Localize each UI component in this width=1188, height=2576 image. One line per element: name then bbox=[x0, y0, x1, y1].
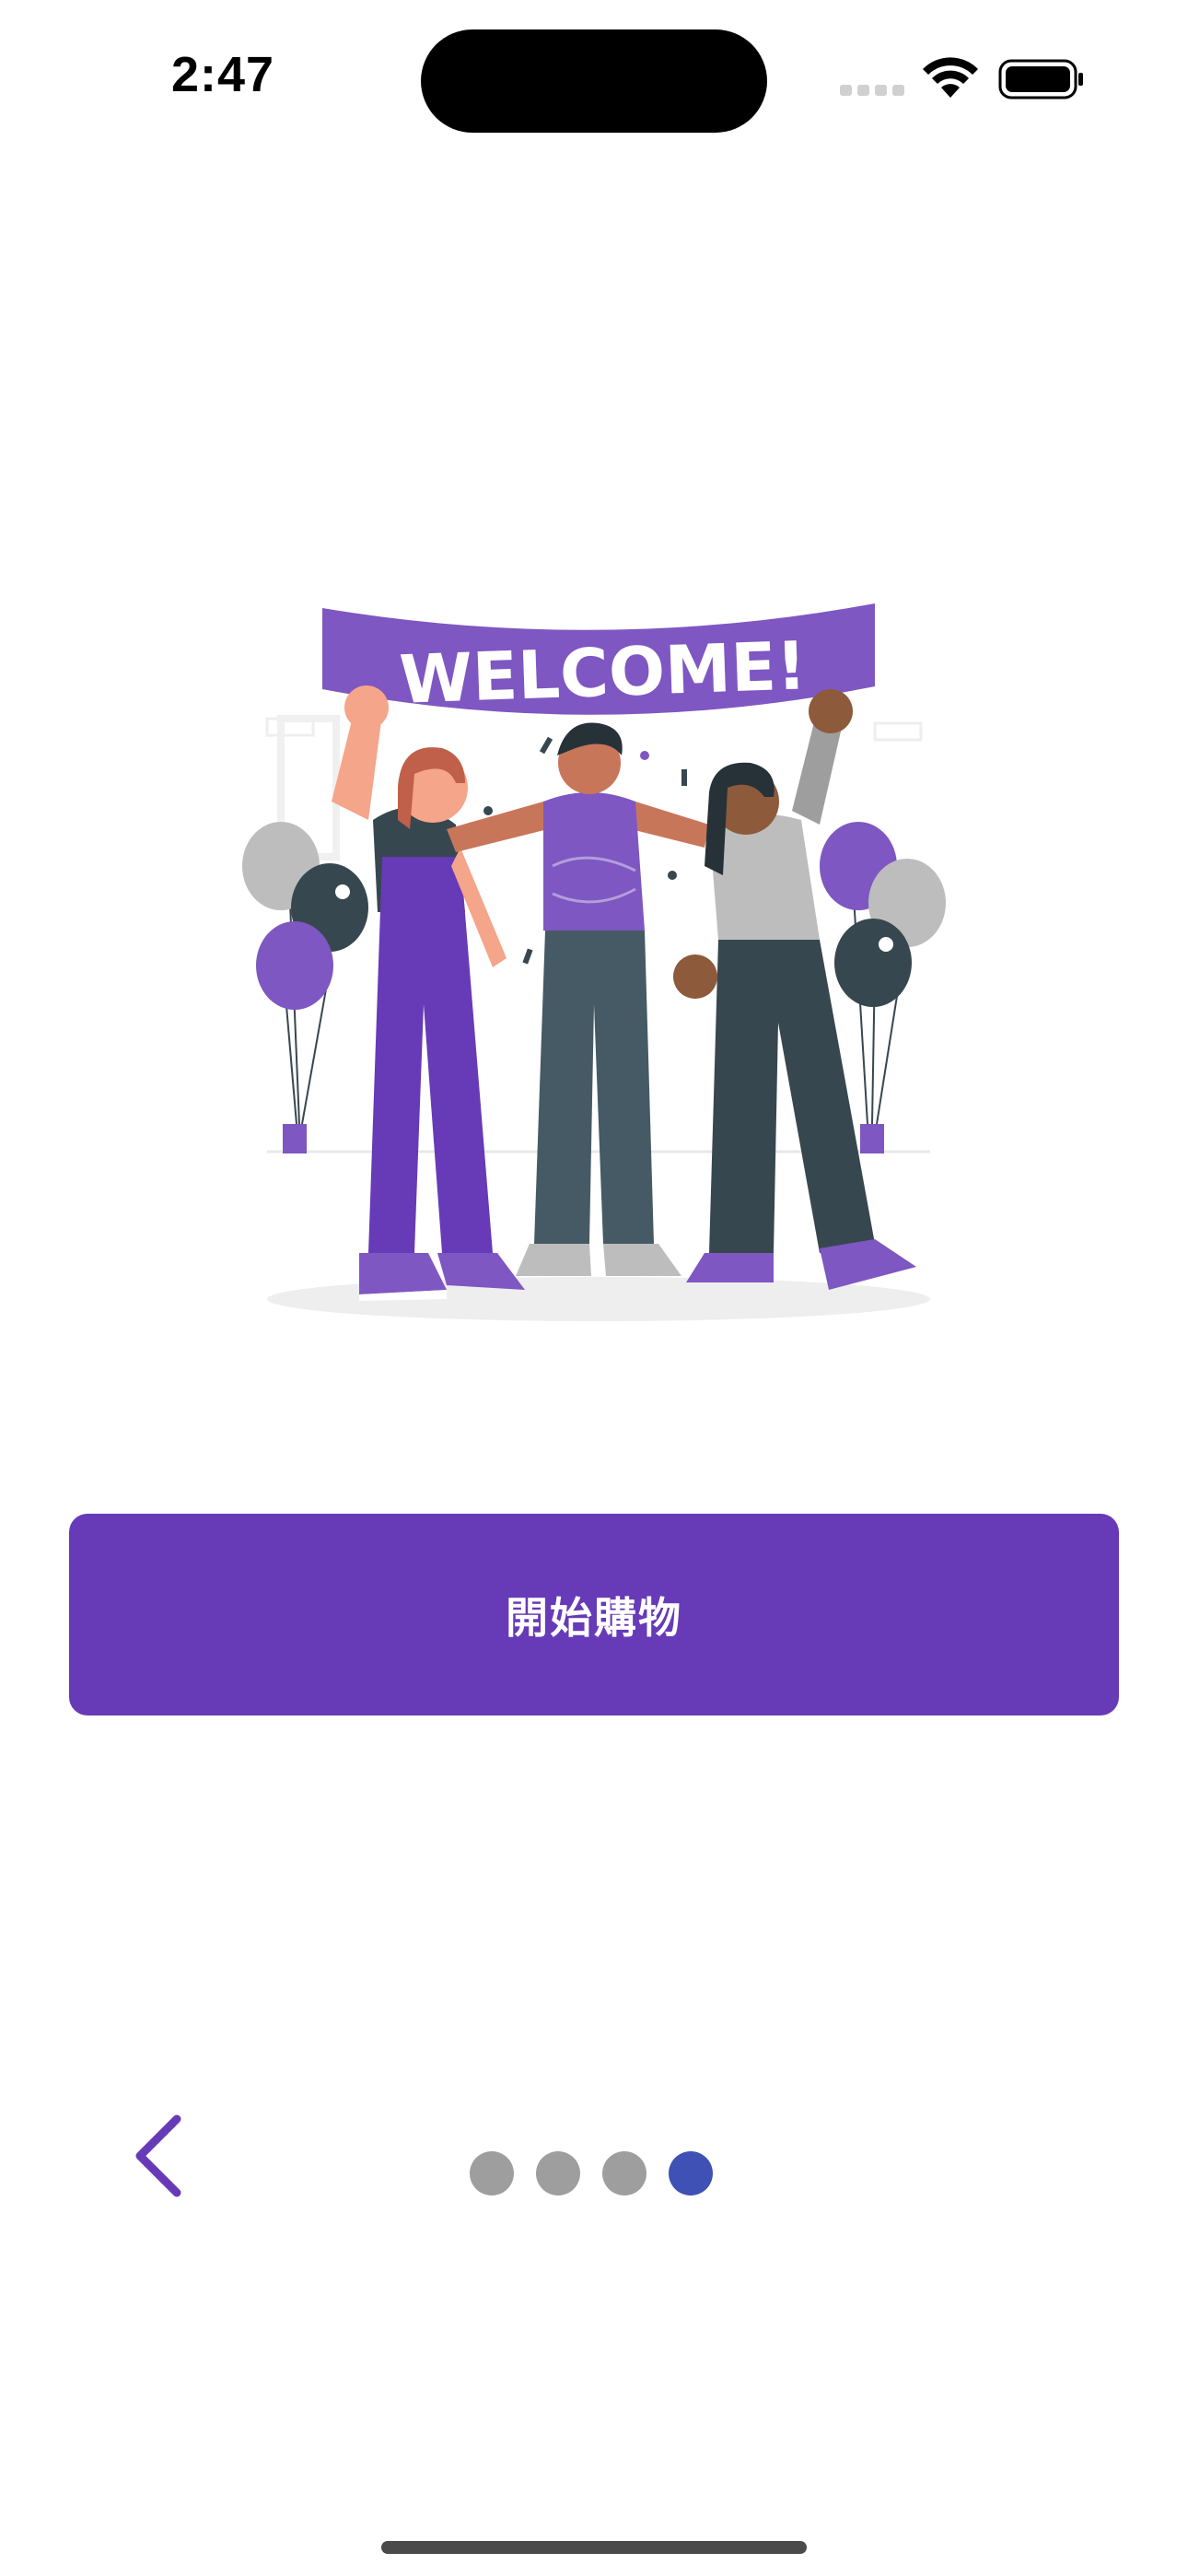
wifi-icon bbox=[923, 57, 978, 98]
page-dot-3[interactable] bbox=[602, 2151, 646, 2195]
start-shopping-label: 開始購物 bbox=[506, 1592, 682, 1643]
banner-welcome-text: WELCOME! bbox=[398, 626, 808, 718]
status-time: 2:47 bbox=[171, 47, 275, 102]
page-dot-4-active[interactable] bbox=[669, 2151, 713, 2195]
page-dot-2[interactable] bbox=[536, 2151, 580, 2195]
page-dot-1[interactable] bbox=[470, 2151, 514, 2195]
onboarding-screen: 2:47 WELCOME! 開始購物 bbox=[0, 0, 1188, 2576]
battery-icon bbox=[998, 59, 1083, 100]
welcome-illustration: WELCOME! bbox=[242, 603, 946, 1321]
dynamic-island bbox=[421, 29, 767, 133]
page-indicator bbox=[470, 2151, 713, 2197]
home-indicator[interactable] bbox=[381, 2541, 807, 2554]
chevron-left-icon[interactable] bbox=[122, 2110, 195, 2202]
cellular-signal-icon bbox=[840, 85, 904, 96]
start-shopping-button[interactable]: 開始購物 bbox=[69, 1514, 1119, 1715]
